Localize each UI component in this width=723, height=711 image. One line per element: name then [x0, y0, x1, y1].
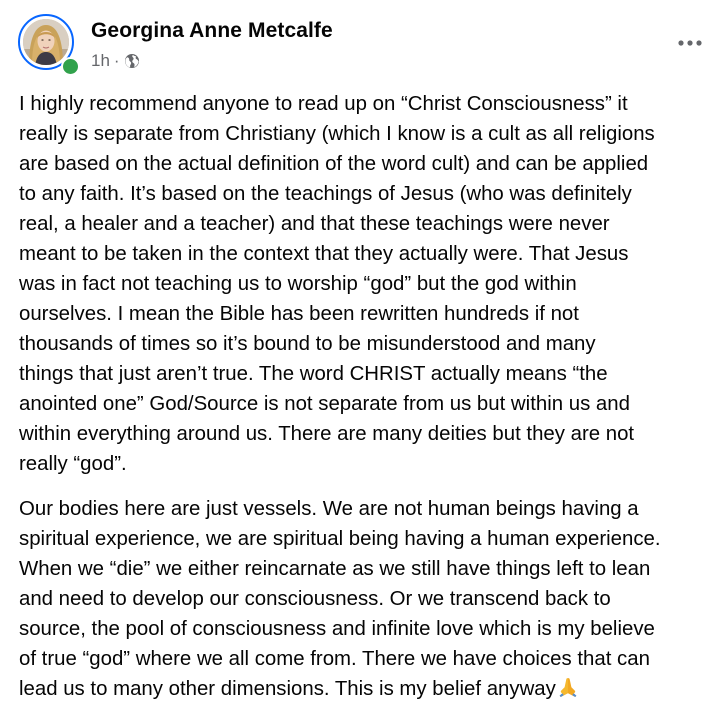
post-paragraph-2: Our bodies here are just vessels. We are…: [19, 494, 719, 704]
more-horizontal-icon: [677, 34, 703, 52]
meta-separator: ·: [113, 51, 120, 70]
folded-hands-emoji: [557, 676, 579, 698]
post-card: Georgina Anne Metcalfe 1h · I highly rec…: [0, 0, 723, 711]
avatar[interactable]: [18, 14, 80, 76]
post-paragraph-2-text: Our bodies here are just vessels. We are…: [19, 498, 661, 700]
globe-icon[interactable]: [124, 53, 140, 69]
profile-photo: [23, 19, 69, 65]
author-name[interactable]: Georgina Anne Metcalfe: [91, 19, 333, 43]
post-timestamp[interactable]: 1h: [91, 51, 110, 71]
post-paragraph-1: I highly recommend anyone to read up on …: [19, 93, 655, 475]
post-body: I highly recommend anyone to read up on …: [19, 89, 719, 704]
more-options-button[interactable]: [670, 28, 710, 58]
post-meta: 1h ·: [91, 50, 140, 72]
post-header: Georgina Anne Metcalfe 1h ·: [18, 14, 708, 78]
online-status-dot: [61, 57, 80, 76]
